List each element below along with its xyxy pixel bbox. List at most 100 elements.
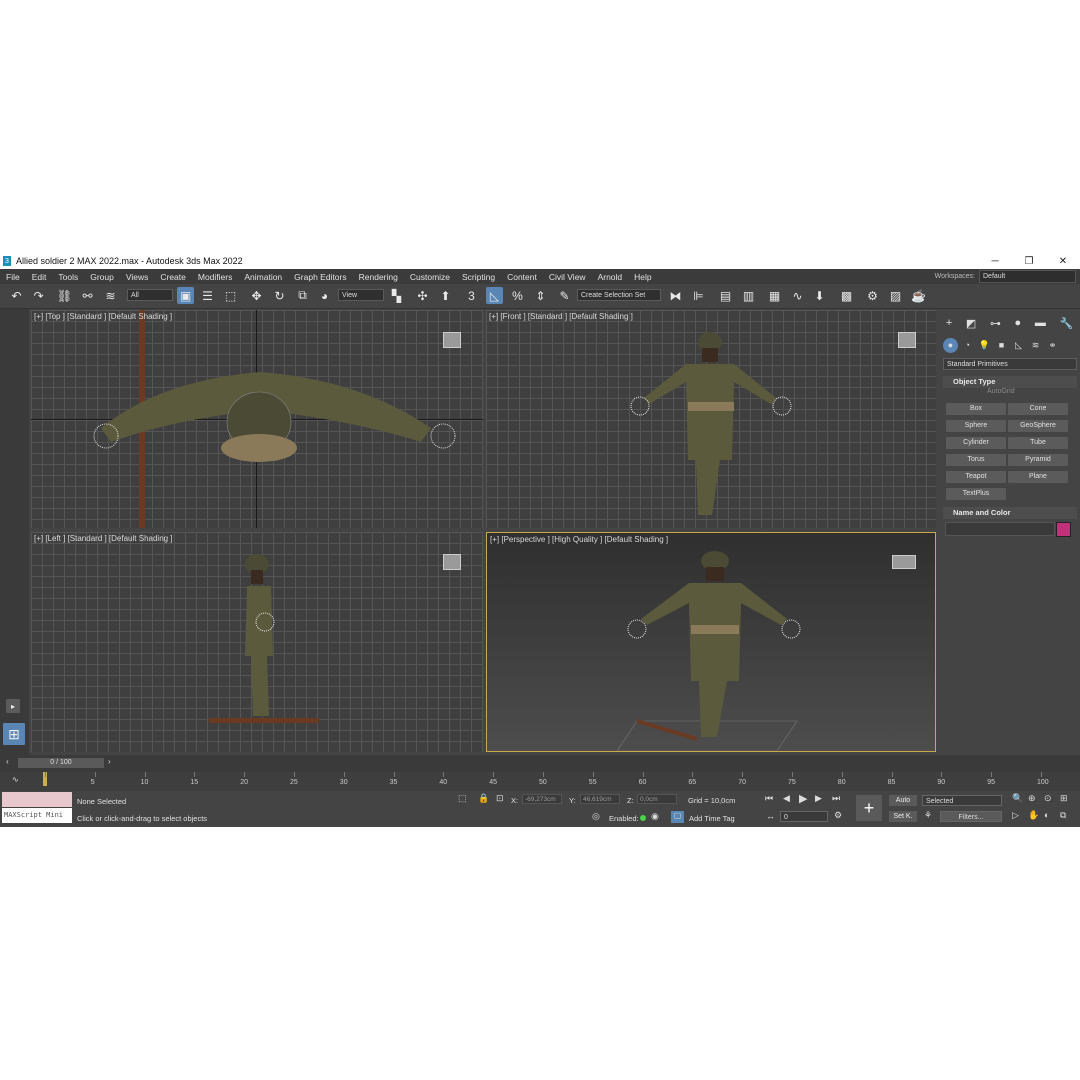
menu-scripting[interactable]: Scripting (456, 272, 501, 282)
redo-icon[interactable]: ↷ (30, 287, 47, 304)
object-type-rollout[interactable]: Object Type (943, 376, 1077, 388)
cameras-icon[interactable]: ■ (994, 338, 1009, 353)
pan-icon[interactable]: ✋ (1028, 810, 1039, 821)
viewcube-icon[interactable] (892, 555, 916, 569)
scene-explorer-icon[interactable]: ▤ (717, 287, 734, 304)
angle-snap-icon[interactable]: ◺ (486, 287, 503, 304)
time-tag-icon[interactable]: ▢ (671, 811, 684, 823)
menu-graph-editors[interactable]: Graph Editors (288, 272, 352, 282)
add-time-tag[interactable]: Add Time Tag (689, 814, 735, 823)
plane-button[interactable]: Plane (1008, 471, 1068, 483)
menu-edit[interactable]: Edit (26, 272, 53, 282)
hierarchy-tab-icon[interactable]: ⊶ (990, 317, 1001, 330)
rect-selection-icon[interactable]: ⬚ (222, 287, 239, 304)
minimize-button[interactable]: ─ (978, 253, 1012, 269)
isolate-icon[interactable]: ⬚ (458, 793, 467, 804)
menu-customize[interactable]: Customize (404, 272, 456, 282)
maxscript-mini-input[interactable]: MAXScript Mini (2, 808, 72, 823)
viewport-perspective[interactable]: [+] [Perspective ] [High Quality ] [Defa… (486, 532, 936, 752)
menu-views[interactable]: Views (120, 272, 155, 282)
move-icon[interactable]: ✥ (248, 287, 265, 304)
cylinder-button[interactable]: Cylinder (946, 437, 1006, 449)
object-name-field[interactable] (945, 522, 1055, 536)
time-slider[interactable]: ‹ 0 / 100 › (0, 755, 1080, 772)
keyboard-shortcut-icon[interactable]: ⬆ (437, 287, 454, 304)
tube-button[interactable]: Tube (1008, 437, 1068, 449)
viewport-top[interactable]: [+] [Top ] [Standard ] [Default Shading … (31, 310, 483, 528)
zoom-icon[interactable]: 🔍 (1012, 793, 1023, 804)
reference-coordinate-dropdown[interactable]: View (338, 289, 384, 301)
motion-tab-icon[interactable]: ● (1015, 317, 1022, 329)
time-tag-toggle-icon[interactable]: ◉ (651, 811, 659, 822)
menu-civil-view[interactable]: Civil View (543, 272, 592, 282)
render-production-icon[interactable]: ☕ (910, 287, 927, 304)
teapot-button[interactable]: Teapot (946, 471, 1006, 483)
modify-tab-icon[interactable]: ◩ (966, 317, 976, 330)
menu-arnold[interactable]: Arnold (592, 272, 629, 282)
slider-left-arrow-icon[interactable]: ‹ (6, 757, 9, 766)
menu-tools[interactable]: Tools (52, 272, 84, 282)
viewport-label[interactable]: [+] [Left ] [Standard ] [Default Shading… (34, 534, 173, 543)
menu-modifiers[interactable]: Modifiers (192, 272, 238, 282)
maximize-button[interactable]: ❐ (1012, 253, 1046, 269)
systems-icon[interactable]: ⚭ (1045, 338, 1060, 353)
box-button[interactable]: Box (946, 403, 1006, 415)
toggle-ribbon-icon[interactable]: ▦ (766, 287, 783, 304)
go-to-end-icon[interactable]: ⏭ (832, 793, 840, 804)
placement-icon[interactable]: ◕ (316, 287, 333, 304)
select-manipulate-icon[interactable]: ✣ (414, 287, 431, 304)
viewport-label[interactable]: [+] [Top ] [Standard ] [Default Shading … (34, 312, 172, 321)
rotate-icon[interactable]: ↻ (271, 287, 288, 304)
layer-explorer-icon[interactable]: ▥ (740, 287, 757, 304)
y-coordinate-field[interactable]: 46,619cm (580, 794, 620, 804)
orbit-icon[interactable]: ◐ (1044, 810, 1049, 820)
x-coordinate-field[interactable]: -69,273cm (522, 794, 562, 804)
unlink-icon[interactable]: ⚯ (79, 287, 96, 304)
snap-toggle-icon[interactable]: 3 (463, 287, 480, 304)
time-config-icon[interactable]: ⚙ (834, 810, 842, 821)
current-frame-field[interactable]: 0 (780, 811, 828, 822)
mirror-icon[interactable]: ⧓ (667, 287, 684, 304)
viewcube-icon[interactable] (443, 554, 461, 570)
key-filters-icon[interactable]: ⚘ (924, 810, 932, 821)
maximize-viewport-icon[interactable]: ⧉ (1060, 810, 1066, 821)
primitives-dropdown[interactable]: Standard Primitives (943, 358, 1077, 370)
z-coordinate-field[interactable]: 0,0cm (637, 794, 677, 804)
select-by-name-icon[interactable]: ☰ (199, 287, 216, 304)
close-button[interactable]: ✕ (1046, 253, 1080, 269)
object-color-swatch[interactable] (1056, 522, 1071, 537)
menu-rendering[interactable]: Rendering (353, 272, 404, 282)
viewcube-icon[interactable] (443, 332, 461, 348)
slider-right-arrow-icon[interactable]: › (108, 757, 111, 766)
auto-key-button[interactable]: Auto (889, 795, 917, 806)
name-and-color-rollout[interactable]: Name and Color (943, 507, 1077, 519)
curve-editor-mini-icon[interactable]: ∿ (12, 775, 19, 784)
expand-arrow-icon[interactable]: ▸ (6, 699, 20, 713)
bind-space-warp-icon[interactable]: ≋ (102, 287, 119, 304)
select-object-icon[interactable]: ▣ (177, 287, 194, 304)
menu-file[interactable]: File (0, 272, 26, 282)
menu-help[interactable]: Help (628, 272, 657, 282)
workspaces-dropdown[interactable]: Default (979, 270, 1076, 283)
key-mode-icon[interactable]: ↔ (766, 811, 775, 821)
zoom-extents-icon[interactable]: ⊙ (1044, 793, 1052, 804)
curve-editor-icon[interactable]: ∿ (789, 287, 806, 304)
helpers-icon[interactable]: ◺ (1011, 338, 1026, 353)
utilities-tab-icon[interactable]: 🔧 (1059, 317, 1073, 330)
sphere-button[interactable]: Sphere (946, 420, 1006, 432)
field-of-view-icon[interactable]: ▷ (1012, 810, 1019, 821)
autogrid-checkbox[interactable]: AutoGrid (987, 388, 1015, 395)
viewport-layout-icon[interactable]: ⊞ (3, 723, 25, 745)
textplus-button[interactable]: TextPlus (946, 488, 1006, 500)
track-bar[interactable]: ∿ 5 10 15 20 25 30 35 40 45 50 55 60 65 70 75 80 85 90 95 1… (0, 772, 1080, 791)
cone-button[interactable]: Cone (1008, 403, 1068, 415)
scale-icon[interactable]: ⧉ (294, 287, 311, 304)
rendered-frame-window-icon[interactable]: ▨ (887, 287, 904, 304)
zoom-all-icon[interactable]: ⊕ (1028, 793, 1036, 804)
pyramid-button[interactable]: Pyramid (1008, 454, 1068, 466)
previous-frame-icon[interactable]: ◀︎ (783, 793, 790, 804)
torus-button[interactable]: Torus (946, 454, 1006, 466)
adaptive-degradation-icon[interactable]: ◎ (592, 811, 600, 822)
frame-indicator[interactable]: 0 / 100 (18, 758, 104, 768)
align-icon[interactable]: ⊫ (690, 287, 707, 304)
